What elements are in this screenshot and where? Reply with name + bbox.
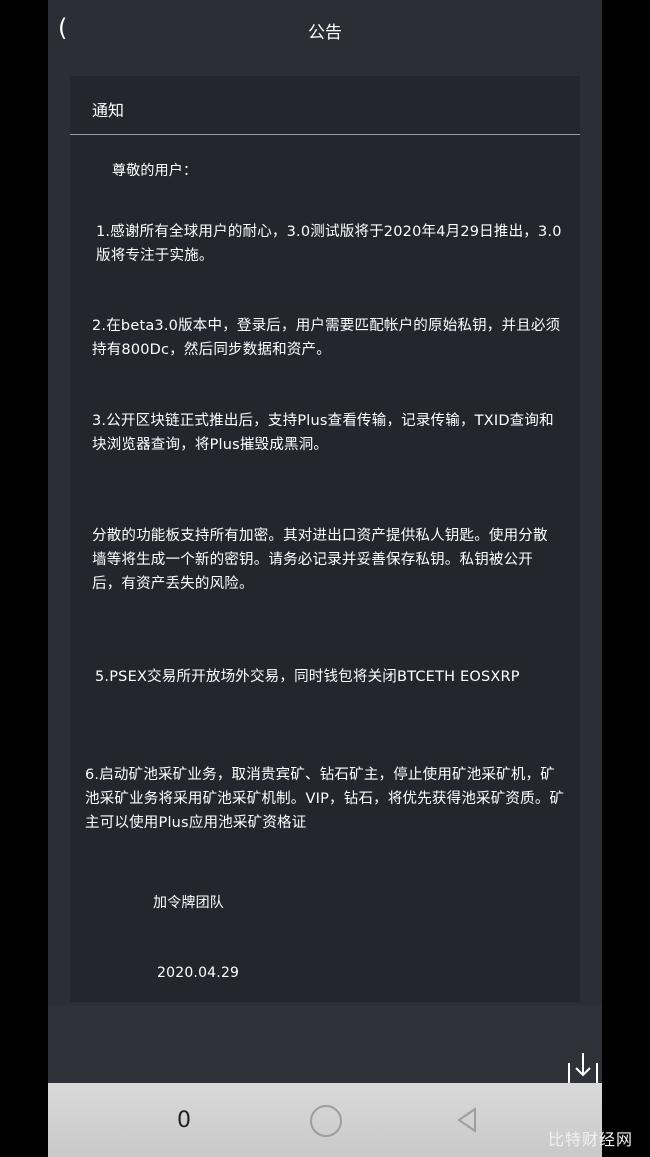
notice-signature: 加令牌团队 [153, 895, 224, 911]
triangle-back-icon [457, 1107, 476, 1133]
phone-screen: ( 公告 通知 尊敬的用户： 1.感谢所有全球用户的耐心，3.0测试版将于202… [48, 0, 602, 1157]
notice-paragraph-3: 3.公开区块链正式推出后，支持Plus查看传输，记录传输，TXID查询和块浏览器… [92, 413, 554, 453]
notice-paragraph-5: 5.PSEX交易所开放场外交易，同时钱包将关闭BTCETH EOSXRP [95, 669, 520, 685]
notice-divider [70, 134, 580, 135]
notice-title: 通知 [92, 101, 125, 120]
notice-date: 2020.04.29 [157, 965, 240, 981]
circle-home-icon[interactable] [310, 1105, 342, 1137]
notice-paragraph-4: 分散的功能板支持所有加密。其对进出口资产提供私人钥匙。使用分散墙等将生成一个新的… [92, 528, 548, 592]
notice-paragraph-2: 2.在beta3.0版本中，登录后，用户需要匹配帐户的原始私钥，并且必须持有80… [92, 318, 561, 358]
notice-paragraph-6: 6.启动矿池采矿业务，取消贵宾矿、钻石矿主，停止使用矿池采矿机，矿池采矿业务将采… [85, 767, 565, 831]
nav-back-button[interactable] [454, 1105, 480, 1135]
top-bar: ( 公告 [48, 0, 602, 58]
system-nav-bar: 0 [48, 1083, 602, 1157]
notice-paragraph-1: 1.感谢所有全球用户的耐心，3.0测试版将于2020年4月29日推出，3.0版将… [96, 224, 562, 264]
notice-greeting: 尊敬的用户： [112, 163, 198, 179]
watermark: 比特财经网 [548, 1130, 634, 1149]
notice-card: 通知 尊敬的用户： 1.感谢所有全球用户的耐心，3.0测试版将于2020年4月2… [70, 76, 580, 1002]
bottom-band [48, 1005, 602, 1083]
nav-menu-button[interactable]: 0 [172, 1107, 196, 1135]
page-title: 公告 [308, 23, 342, 43]
